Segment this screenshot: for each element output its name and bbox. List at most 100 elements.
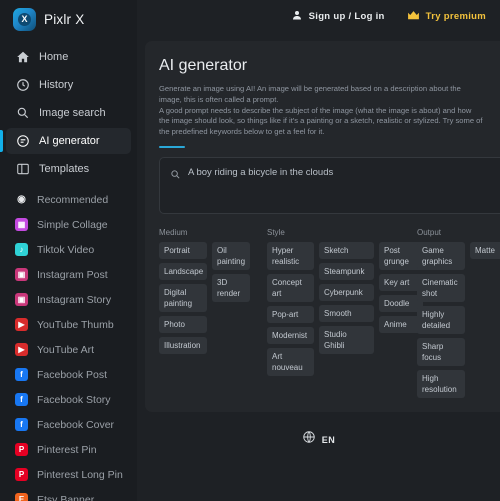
try-premium-button[interactable]: Try premium: [407, 10, 486, 24]
keyword-chip[interactable]: Sketch: [319, 241, 374, 259]
sidebar-item-home[interactable]: Home: [6, 44, 131, 70]
sidebar-template-item[interactable]: ▣ Instagram Story: [6, 287, 131, 312]
keyword-chip[interactable]: Photo: [159, 315, 207, 333]
description-line: image, this is often called a prompt.: [159, 94, 279, 104]
youtube-icon: ▶: [15, 318, 28, 331]
sidebar-template-label: YouTube Art: [37, 343, 95, 356]
sidebar-template-label: Facebook Story: [37, 393, 111, 406]
sidebar-template-label: Tiktok Video: [37, 243, 95, 256]
sidebar-item-label: Templates: [39, 163, 90, 175]
sidebar-item-label: Home: [39, 51, 69, 63]
ai-generator-panel: AI generator Generate an image using AI!…: [145, 41, 500, 412]
sidebar-item-history[interactable]: History: [6, 72, 131, 98]
youtube-icon: ▶: [15, 343, 28, 356]
chip-column: Portrait Landscape Digital painting Photo Il…: [159, 241, 207, 354]
keyword-chip[interactable]: Cyberpunk: [319, 283, 374, 301]
topbar: Sign up / Log in Try premium: [137, 0, 500, 33]
description-line: A good prompt needs to describe the subj…: [159, 105, 472, 115]
sidebar-template-item[interactable]: ▦ Simple Collage: [6, 212, 131, 237]
facebook-icon: f: [15, 368, 28, 381]
sidebar-template-item[interactable]: f Facebook Story: [6, 387, 131, 412]
sidebar-template-label: Facebook Post: [37, 368, 108, 381]
chip-columns: Portrait Landscape Digital painting Photo Il…: [159, 241, 267, 354]
sidebar-item-templates[interactable]: Templates: [6, 156, 131, 182]
keyword-chip[interactable]: Portrait: [159, 241, 207, 259]
signup-login-button[interactable]: Sign up / Log in: [291, 9, 385, 24]
keyword-chip[interactable]: Highly detailed: [417, 305, 465, 334]
keyword-groups: Medium Portrait Landscape Digital painting P…: [159, 228, 500, 398]
crown-icon: [407, 10, 420, 24]
user-icon: [291, 9, 303, 24]
keyword-chip[interactable]: Art nouveau: [267, 347, 314, 376]
sidebar-item-image-search[interactable]: Image search: [6, 100, 131, 126]
keyword-chip[interactable]: Landscape: [159, 262, 207, 280]
keyword-chip[interactable]: Hyper realistic: [267, 241, 314, 270]
keyword-chip[interactable]: Oil painting: [212, 241, 250, 270]
prompt-input[interactable]: A boy riding a bicycle in the clouds: [159, 156, 500, 214]
ai-chat-icon: [15, 134, 30, 149]
sidebar-template-label: Instagram Post: [37, 268, 108, 281]
pixlr-logo-icon: X: [13, 8, 36, 31]
brand[interactable]: X Pixlr X: [0, 0, 137, 41]
chip-columns: Game graphics Cinematic shot Highly detail…: [417, 241, 500, 398]
sidebar-item-label: Image search: [39, 107, 106, 119]
keyword-chip[interactable]: Pop-art: [267, 305, 314, 323]
keyword-group-style: Style Hyper realistic Concept art Pop-art Mo…: [267, 228, 423, 398]
keyword-group-medium: Medium Portrait Landscape Digital painting P…: [159, 228, 267, 398]
sidebar-template-item[interactable]: ♪ Tiktok Video: [6, 237, 131, 262]
keyword-chip[interactable]: Cinematic shot: [417, 273, 465, 302]
sidebar-template-label: Recommended: [37, 193, 109, 206]
keyword-chip[interactable]: High resolution: [417, 369, 465, 398]
keyword-chip[interactable]: Matte: [470, 241, 500, 259]
keyword-chip[interactable]: Concept art: [267, 273, 314, 302]
sidebar-template-label: Pinterest Long Pin: [37, 468, 123, 481]
language-selector[interactable]: EN: [137, 430, 500, 449]
keyword-chip[interactable]: Smooth: [319, 304, 374, 322]
facebook-icon: f: [15, 393, 28, 406]
keyword-chip[interactable]: 3D render: [212, 273, 250, 302]
brand-name: Pixlr X: [44, 12, 85, 27]
pixlr-app-window: X Pixlr X Home History Image search AI g…: [0, 0, 500, 501]
description-line: Generate an image using AI! An image wil…: [159, 84, 461, 93]
keyword-chip[interactable]: Illustration: [159, 336, 207, 354]
sidebar-nav: Home History Image search AI generator T…: [0, 41, 137, 182]
sidebar-template-item[interactable]: ◉ Recommended: [6, 187, 131, 212]
sidebar-template-item[interactable]: ▶ YouTube Thumb: [6, 312, 131, 337]
chip-column: Sketch Steampunk Cyberpunk Smooth Studio Ghi…: [319, 241, 374, 354]
search-icon: [15, 106, 30, 121]
sidebar-template-label: Pinterest Pin: [37, 443, 97, 456]
sidebar-template-item[interactable]: E Etsy Banner: [6, 487, 131, 501]
logo-letter: X: [21, 14, 28, 24]
sidebar-item-ai-generator[interactable]: AI generator: [0, 128, 131, 154]
tiktok-icon: ♪: [15, 243, 28, 256]
panel-description: Generate an image using AI! An image wil…: [159, 84, 500, 138]
home-icon: [15, 50, 30, 65]
accent-divider: [159, 145, 185, 148]
keyword-group-title: Output: [417, 227, 442, 237]
try-premium-label: Try premium: [425, 11, 486, 22]
keyword-chip[interactable]: Modernist: [267, 326, 314, 344]
keyword-chip[interactable]: Studio Ghibli: [319, 325, 374, 354]
globe-icon: [302, 430, 316, 449]
description-line: the image should look, so things like if…: [159, 116, 483, 126]
page-title: AI generator: [159, 57, 248, 74]
keyword-chip[interactable]: Digital painting: [159, 283, 207, 312]
sidebar-template-item[interactable]: P Pinterest Long Pin: [6, 462, 131, 487]
clock-icon: [15, 78, 30, 93]
sidebar-template-item[interactable]: P Pinterest Pin: [6, 437, 131, 462]
sidebar-template-item[interactable]: f Facebook Cover: [6, 412, 131, 437]
description-line: the predefined keywords below to get a f…: [159, 127, 325, 137]
chip-column: Game graphics Cinematic shot Highly detail…: [417, 241, 465, 398]
sidebar-template-item[interactable]: ▣ Instagram Post: [6, 262, 131, 287]
sidebar-template-label: YouTube Thumb: [37, 318, 114, 331]
keyword-chip[interactable]: Steampunk: [319, 262, 374, 280]
sidebar-template-item[interactable]: f Facebook Post: [6, 362, 131, 387]
chip-column: Oil painting 3D render: [212, 241, 250, 302]
sidebar-item-label: AI generator: [39, 135, 100, 147]
sidebar-template-item[interactable]: ▶ YouTube Art: [6, 337, 131, 362]
sidebar-template-label: Instagram Story: [37, 293, 112, 306]
keyword-chip[interactable]: Game graphics: [417, 241, 465, 270]
keyword-chip[interactable]: Sharp focus: [417, 337, 465, 366]
keyword-group-output: Output Game graphics Cinematic shot Highly …: [417, 228, 500, 398]
pinterest-icon: P: [15, 468, 28, 481]
